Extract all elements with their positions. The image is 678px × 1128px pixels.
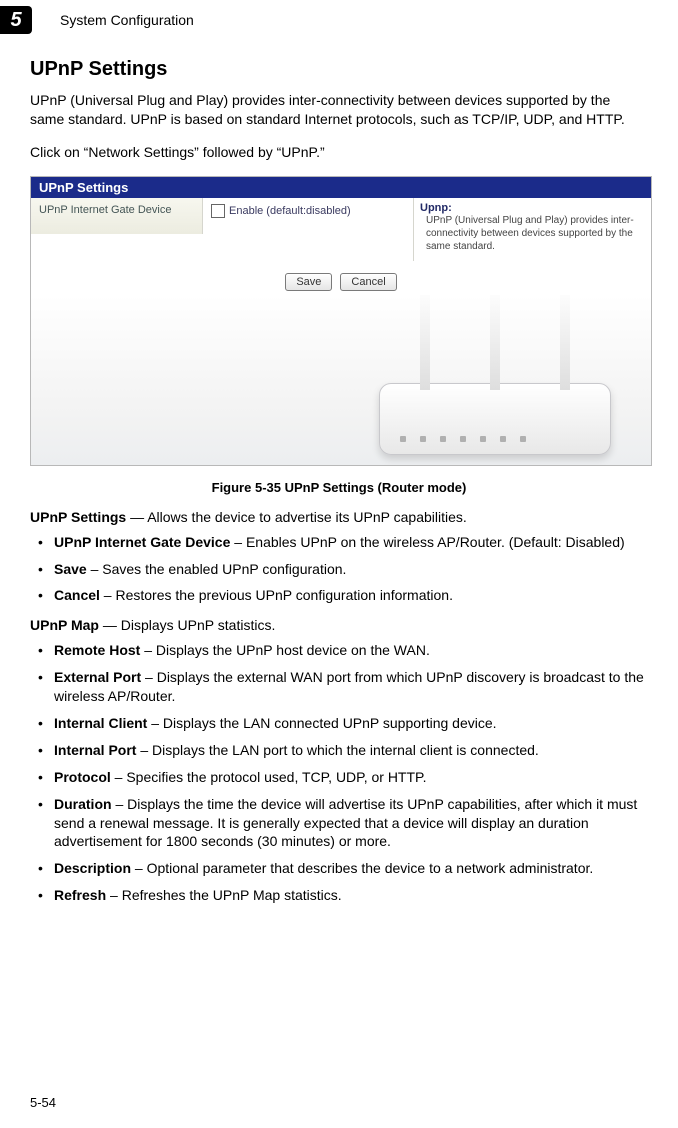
screenshot-help-panel: Upnp: UPnP (Universal Plug and Play) pro… [413, 198, 651, 261]
upnp-map-lead-bold: UPnP Map [30, 617, 99, 633]
screenshot-main-row: UPnP Internet Gate Device Enable (defaul… [31, 198, 651, 261]
map-item: Remote Host – Displays the UPnP host dev… [30, 641, 648, 660]
map-item: Description – Optional parameter that de… [30, 859, 648, 878]
map-item: Refresh – Refreshes the UPnP Map statist… [30, 886, 648, 905]
content-area: UPnP Settings UPnP (Universal Plug and P… [30, 58, 648, 905]
map-item-desc: – Specifies the protocol used, TCP, UDP,… [111, 769, 427, 785]
embedded-screenshot: UPnP Settings UPnP Internet Gate Device … [30, 176, 652, 466]
help-title: Upnp: [420, 202, 645, 214]
map-item-term: Refresh [54, 887, 106, 903]
map-item: Protocol – Specifies the protocol used, … [30, 768, 648, 787]
map-item: External Port – Displays the external WA… [30, 668, 648, 706]
page: 5 System Configuration UPnP Settings UPn… [0, 0, 678, 1128]
map-item-term: Internal Port [54, 742, 136, 758]
screenshot-title-bar: UPnP Settings [31, 177, 651, 198]
map-item-term: Duration [54, 796, 112, 812]
click-instruction: Click on “Network Settings” followed by … [30, 143, 648, 162]
map-item-term: External Port [54, 669, 141, 685]
upnp-map-lead-rest: — Displays UPnP statistics. [99, 617, 275, 633]
page-number: 5-54 [30, 1095, 56, 1110]
settings-item-desc: – Enables UPnP on the wireless AP/Router… [230, 534, 624, 550]
settings-item: UPnP Internet Gate Device – Enables UPnP… [30, 533, 648, 552]
cancel-button[interactable]: Cancel [340, 273, 396, 291]
figure-caption: Figure 5-35 UPnP Settings (Router mode) [30, 480, 648, 495]
settings-item-term: Save [54, 561, 87, 577]
map-item-desc: – Displays the LAN port to which the int… [136, 742, 538, 758]
map-item: Internal Port – Displays the LAN port to… [30, 741, 648, 760]
map-item-term: Protocol [54, 769, 111, 785]
map-item-desc: – Displays the LAN connected UPnP suppor… [147, 715, 496, 731]
map-item-desc: – Displays the external WAN port from wh… [54, 669, 644, 704]
screenshot-setting-control: Enable (default:disabled) [203, 198, 413, 224]
screenshot-button-row: Save Cancel [31, 267, 651, 295]
enable-checkbox[interactable] [211, 204, 225, 218]
header-title: System Configuration [60, 12, 194, 28]
upnp-settings-lead-rest: — Allows the device to advertise its UPn… [126, 509, 467, 525]
settings-item-term: Cancel [54, 587, 100, 603]
chapter-tab: 5 [0, 6, 32, 34]
checkbox-label: Enable (default:disabled) [229, 205, 351, 217]
settings-item-desc: – Saves the enabled UPnP configuration. [87, 561, 347, 577]
map-item-desc: – Displays the time the device will adve… [54, 796, 637, 850]
map-bullet-list: Remote Host – Displays the UPnP host dev… [30, 641, 648, 905]
upnp-settings-lead-bold: UPnP Settings [30, 509, 126, 525]
settings-item: Save – Saves the enabled UPnP configurat… [30, 560, 648, 579]
router-illustration [379, 383, 611, 455]
map-item: Internal Client – Displays the LAN conne… [30, 714, 648, 733]
save-button[interactable]: Save [285, 273, 332, 291]
map-item-desc: – Refreshes the UPnP Map statistics. [106, 887, 342, 903]
section-heading: UPnP Settings [30, 58, 648, 81]
map-item: Duration – Displays the time the device … [30, 795, 648, 852]
map-item-term: Internal Client [54, 715, 147, 731]
map-item-term: Remote Host [54, 642, 140, 658]
screenshot-setting-label: UPnP Internet Gate Device [31, 198, 203, 234]
screenshot-device-image [31, 295, 651, 465]
map-item-term: Description [54, 860, 131, 876]
help-text: UPnP (Universal Plug and Play) provides … [426, 214, 645, 253]
settings-bullet-list: UPnP Internet Gate Device – Enables UPnP… [30, 533, 648, 606]
settings-item-term: UPnP Internet Gate Device [54, 534, 230, 550]
settings-item: Cancel – Restores the previous UPnP conf… [30, 586, 648, 605]
upnp-map-lead: UPnP Map — Displays UPnP statistics. [30, 617, 648, 633]
map-item-desc: – Displays the UPnP host device on the W… [140, 642, 429, 658]
intro-paragraph: UPnP (Universal Plug and Play) provides … [30, 91, 648, 129]
settings-item-desc: – Restores the previous UPnP configurati… [100, 587, 453, 603]
upnp-settings-lead: UPnP Settings — Allows the device to adv… [30, 509, 648, 525]
map-item-desc: – Optional parameter that describes the … [131, 860, 593, 876]
